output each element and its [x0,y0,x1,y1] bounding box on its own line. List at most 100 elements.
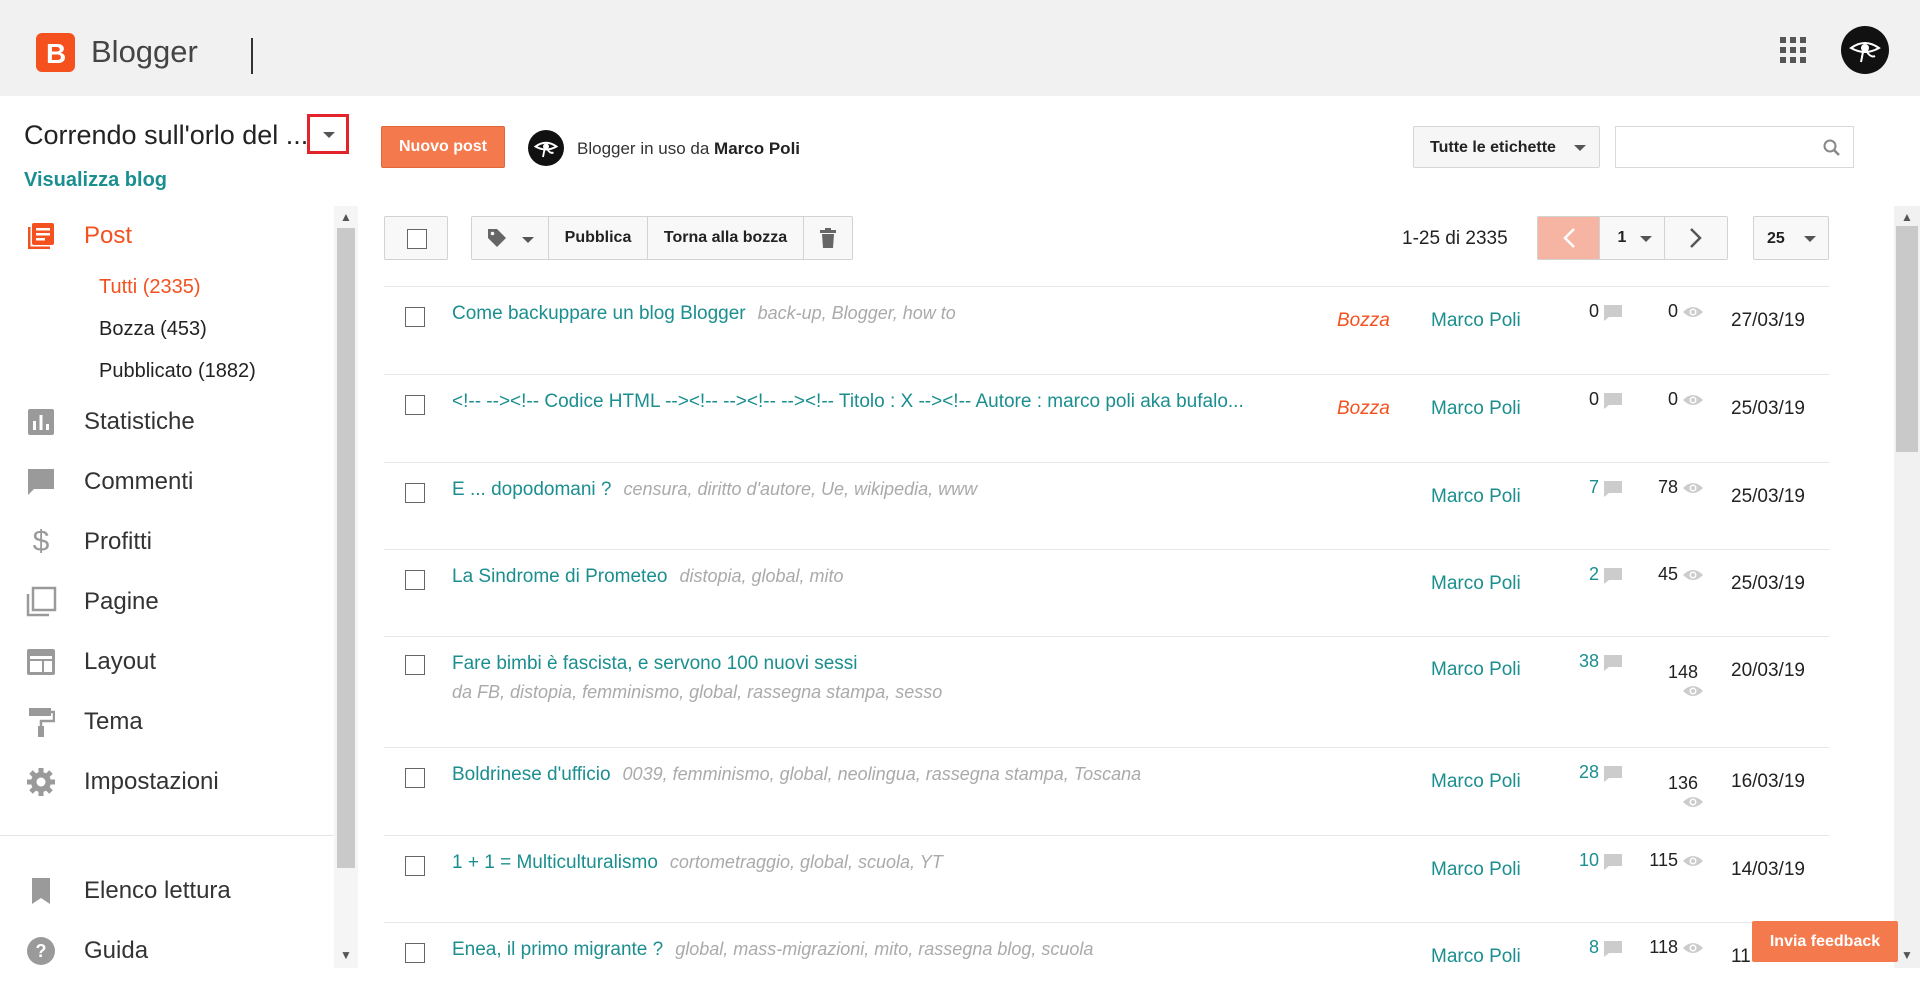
post-title-link[interactable]: 1 + 1 = Multiculturalismo cortometraggio,… [452,852,943,874]
post-author-link[interactable]: Marco Poli [1431,486,1521,508]
post-author-link[interactable]: Marco Poli [1431,398,1521,420]
row-checkbox[interactable] [405,655,425,675]
post-title-link[interactable]: Fare bimbi è fascista, e servono 100 nuo… [452,653,858,675]
view-count: 0 [1667,301,1678,321]
row-checkbox[interactable] [405,307,425,327]
prev-page-button[interactable] [1538,217,1599,259]
in-use-prefix: Blogger in uso da [577,139,715,158]
sidebar-subitem-drafts[interactable]: Bozza (453) [99,318,207,341]
scroll-down-icon[interactable]: ▼ [340,948,352,962]
comment-icon [24,465,58,499]
post-title-link[interactable]: E ... dopodomani ? censura, diritto d'aut… [452,479,977,501]
table-row[interactable]: Enea, il primo migrante ? global, mass-mi… [384,922,1829,982]
sidebar-item-label: Statistiche [84,408,195,435]
sidebar-item-comments[interactable]: Commenti [24,464,193,500]
post-title: Come backuppare un blog Blogger [452,303,746,324]
comment-count-link[interactable]: 28 [1559,762,1599,783]
row-checkbox[interactable] [405,856,425,876]
table-row[interactable]: Fare bimbi è fascista, e servono 100 nuo… [384,636,1829,747]
comment-count-link[interactable]: 7 [1559,477,1599,498]
comment-icon [1604,481,1622,497]
dollar-icon: $ [32,525,50,558]
blog-selector-dropdown[interactable] [307,114,349,154]
comment-count-link[interactable]: 10 [1559,850,1599,871]
revert-to-draft-button[interactable]: Torna alla bozza [648,217,804,259]
row-checkbox[interactable] [405,570,425,590]
post-date: 25/03/19 [1731,398,1805,419]
sidebar-item-theme[interactable]: Tema [24,704,143,740]
comment-count-link[interactable]: 0 [1559,301,1599,322]
sidebar-scroll-thumb[interactable] [337,228,355,868]
scroll-down-icon[interactable]: ▼ [1901,948,1913,962]
apps-grid-icon[interactable] [1780,37,1806,63]
sidebar-item-help[interactable]: ? Guida [24,933,148,969]
post-title: Fare bimbi è fascista, e servono 100 nuo… [452,653,858,674]
chevron-left-icon [1562,228,1575,248]
post-author-link[interactable]: Marco Poli [1431,573,1521,595]
table-row[interactable]: Boldrinese d'ufficio 0039, femminismo, gl… [384,747,1829,835]
sidebar-item-stats[interactable]: Statistiche [24,404,195,440]
post-title-link[interactable]: La Sindrome di Prometeo distopia, global,… [452,566,844,588]
comment-icon [1604,854,1622,870]
row-checkbox[interactable] [405,768,425,788]
sidebar-subitem-published[interactable]: Pubblicato (1882) [99,360,256,383]
table-row[interactable]: <!-- --><!-- Codice HTML --><!-- --><!--… [384,374,1829,462]
post-title-link[interactable]: Enea, il primo migrante ? global, mass-mi… [452,939,1093,961]
delete-button[interactable] [804,217,852,259]
trash-icon [820,228,836,248]
next-page-button[interactable] [1665,217,1727,259]
sidebar-item-settings[interactable]: Impostazioni [24,764,219,800]
user-avatar[interactable] [528,130,564,166]
sidebar-item-layout[interactable]: Layout [24,644,156,680]
new-post-button[interactable]: Nuovo post [381,126,505,168]
search-input[interactable] [1615,126,1854,168]
row-checkbox[interactable] [405,483,425,503]
sidebar-item-pages[interactable]: Pagine [24,584,159,620]
post-author-link[interactable]: Marco Poli [1431,659,1521,681]
brand-name[interactable]: Blogger [91,34,198,70]
per-page-select[interactable]: 25 [1753,216,1829,260]
comment-count-link[interactable]: 2 [1559,564,1599,585]
post-author-link[interactable]: Marco Poli [1431,946,1521,968]
in-use-user: Marco Poli [714,139,801,158]
table-row[interactable]: E ... dopodomani ? censura, diritto d'aut… [384,462,1829,549]
comment-icon [1604,655,1622,671]
sidebar-item-post[interactable]: Post [24,218,132,254]
sidebar-item-reading-list[interactable]: Elenco lettura [24,873,231,909]
main-scroll-thumb[interactable] [1896,226,1918,452]
row-checkbox[interactable] [405,943,425,963]
post-title-link[interactable]: Come backuppare un blog Blogger back-up, … [452,303,956,325]
post-title-link[interactable]: <!-- --><!-- Codice HTML --><!-- --><!--… [452,391,1244,413]
comment-icon [1604,941,1622,957]
post-date: 25/03/19 [1731,486,1805,507]
view-blog-link[interactable]: Visualizza blog [24,169,167,192]
row-checkbox[interactable] [405,395,425,415]
comment-count-link[interactable]: 8 [1559,937,1599,958]
eye-icon [1683,395,1703,405]
search-icon [1823,139,1840,156]
post-title: E ... dopodomani ? [452,479,612,500]
sidebar-subitem-all[interactable]: Tutti (2335) [99,276,201,299]
post-author-link[interactable]: Marco Poli [1431,859,1521,881]
labels-filter-dropdown[interactable]: Tutte le etichette [1413,126,1600,168]
scroll-up-icon[interactable]: ▲ [340,210,352,224]
publish-button[interactable]: Pubblica [549,217,648,259]
scroll-up-icon[interactable]: ▲ [1901,210,1913,224]
sidebar-item-earnings[interactable]: $ Profitti [24,524,152,560]
account-avatar[interactable] [1841,26,1889,74]
post-author-link[interactable]: Marco Poli [1431,771,1521,793]
blogger-logo-icon[interactable]: B [36,33,75,72]
select-all-checkbox[interactable] [384,216,448,260]
label-menu-button[interactable] [472,217,549,259]
table-row[interactable]: La Sindrome di Prometeo distopia, global,… [384,549,1829,636]
post-title-link[interactable]: Boldrinese d'ufficio 0039, femminismo, gl… [452,764,1141,786]
table-row[interactable]: 1 + 1 = Multiculturalismo cortometraggio,… [384,835,1829,922]
send-feedback-button[interactable]: Invia feedback [1752,921,1898,962]
page-select[interactable]: 1 [1599,217,1665,259]
comment-count-link[interactable]: 38 [1559,651,1599,672]
post-author-link[interactable]: Marco Poli [1431,310,1521,332]
comment-icon [1604,393,1622,409]
comment-count-link[interactable]: 0 [1559,389,1599,410]
post-tags: cortometraggio, global, scuola, YT [669,852,943,872]
table-row[interactable]: Come backuppare un blog Blogger back-up, … [384,286,1829,374]
